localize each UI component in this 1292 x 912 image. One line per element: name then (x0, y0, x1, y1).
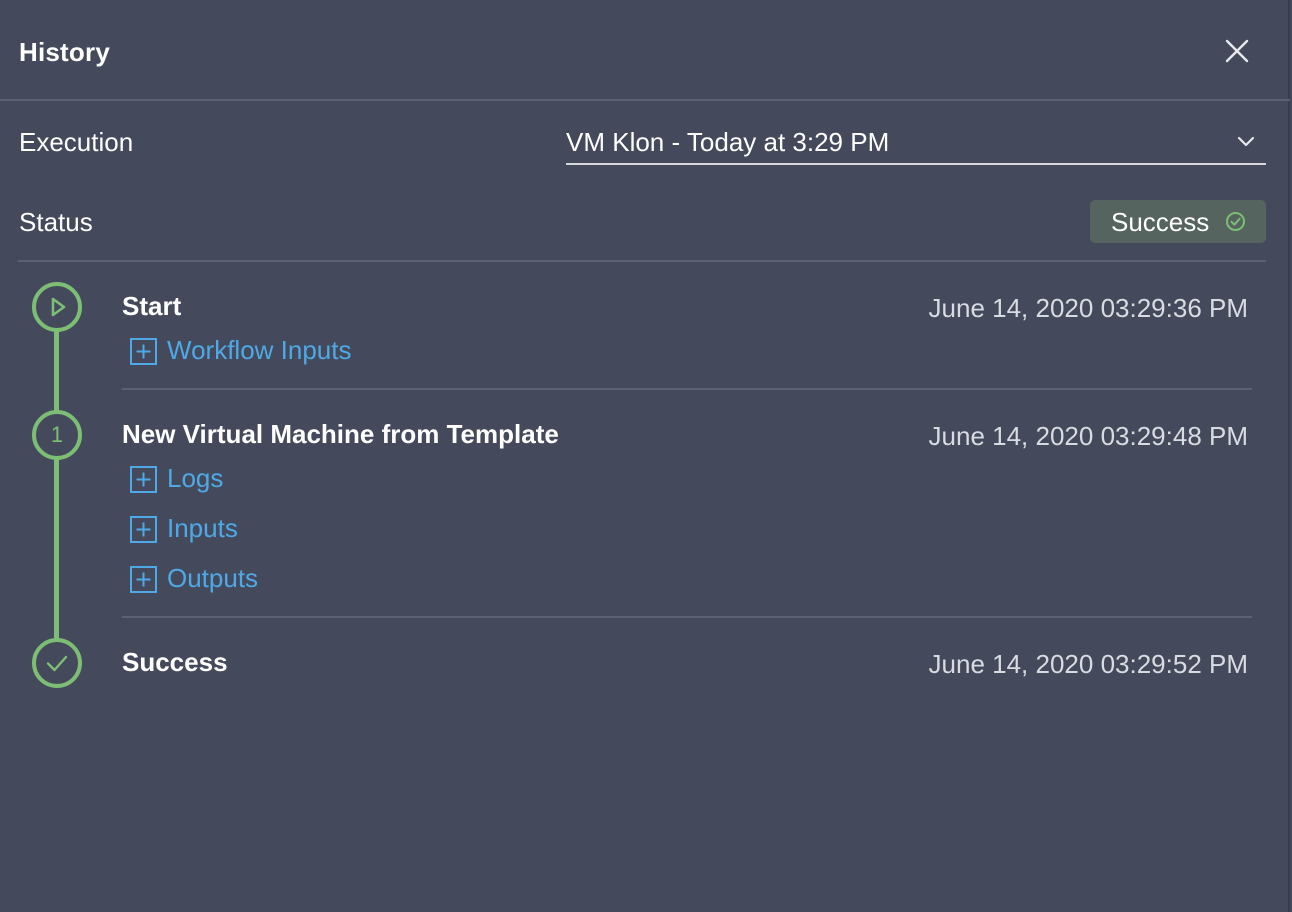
expander-label: Logs (167, 463, 224, 493)
step-title: Start (122, 291, 182, 321)
check-circle-icon (1226, 212, 1245, 231)
execution-select[interactable]: VM Klon - Today at 3:29 PM (566, 124, 1266, 165)
status-divider (18, 260, 1266, 262)
step-divider (122, 388, 1252, 390)
step-number: 1 (50, 422, 64, 447)
status-badge: Success (1090, 200, 1266, 243)
history-panel: History Execution VM Klon - Today at 3:2… (0, 0, 1290, 912)
close-icon (1225, 39, 1249, 63)
step-time: June 14, 2020 03:29:36 PM (928, 293, 1248, 323)
plus-square-icon (130, 516, 157, 543)
execution-select-value: VM Klon - Today at 3:29 PM (566, 127, 890, 157)
chevron-down-icon (1237, 136, 1255, 147)
panel-title: History (19, 37, 110, 67)
status-badge-text: Success (1111, 207, 1210, 237)
expander-label: Inputs (167, 513, 238, 543)
start-node (32, 282, 82, 332)
expander-label: Workflow Inputs (167, 335, 352, 365)
step-title: New Virtual Machine from Template (122, 419, 559, 449)
step-number-node: 1 (32, 410, 82, 460)
checkmark-icon (46, 655, 68, 672)
plus-square-icon (130, 466, 157, 493)
execution-label: Execution (19, 127, 134, 157)
step-title: Success (122, 647, 228, 677)
plus-square-icon (130, 566, 157, 593)
expander-label: Outputs (167, 563, 259, 593)
status-label: Status (19, 207, 93, 237)
panel-header: History (0, 0, 1290, 101)
timeline-line (54, 330, 59, 640)
close-button[interactable] (1222, 36, 1252, 66)
step-time: June 14, 2020 03:29:52 PM (928, 649, 1248, 679)
step-divider (122, 616, 1252, 618)
success-node (32, 638, 82, 688)
play-icon (51, 297, 66, 317)
step-time: June 14, 2020 03:29:48 PM (928, 421, 1248, 451)
plus-square-icon (130, 338, 157, 365)
